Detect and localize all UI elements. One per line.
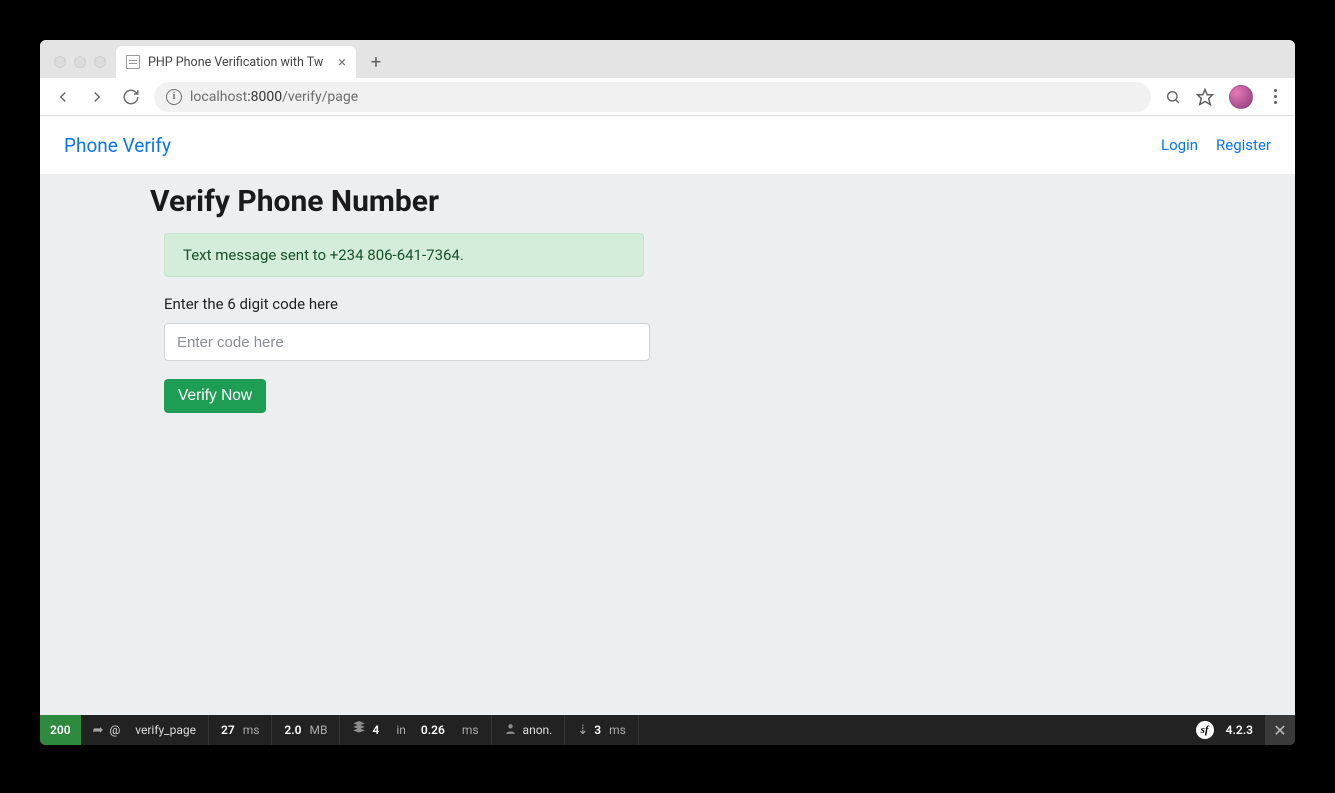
symfony-debug-bar[interactable]: 200 ➦ @ verify_page 27ms 2.0MB 4 in 0.26…: [40, 715, 1295, 745]
address-bar[interactable]: i localhost:8000/verify/page: [154, 82, 1151, 112]
route-icon: ➦: [93, 723, 104, 738]
http-status[interactable]: 200: [40, 715, 81, 745]
star-icon[interactable]: [1191, 83, 1219, 111]
new-tab-button[interactable]: +: [362, 48, 390, 76]
symfony-version[interactable]: sf 4.2.3: [1184, 715, 1265, 745]
back-button[interactable]: [48, 82, 78, 112]
page-title: Verify Phone Number: [150, 184, 1295, 219]
window-close-icon[interactable]: [54, 56, 66, 68]
traffic-lights: [48, 56, 116, 78]
tab-strip: PHP Phone Verification with Tw × +: [40, 40, 1295, 78]
main-content: Verify Phone Number Text message sent to…: [40, 174, 1295, 413]
verify-form: Enter the 6 digit code here Verify Now: [164, 295, 1295, 413]
window-minimize-icon[interactable]: [74, 56, 86, 68]
database-icon: [352, 721, 366, 739]
register-link[interactable]: Register: [1216, 136, 1271, 154]
browser-menu-icon[interactable]: [1263, 89, 1287, 104]
url-text: localhost:8000/verify/page: [190, 89, 1139, 105]
db-segment[interactable]: 4 in 0.26 ms: [340, 715, 491, 745]
info-icon[interactable]: i: [166, 89, 182, 105]
page-content: Phone Verify Login Register Verify Phone…: [40, 116, 1295, 745]
ajax-icon: ⇣: [577, 723, 588, 738]
browser-tab[interactable]: PHP Phone Verification with Tw ×: [116, 46, 356, 78]
ajax-segment[interactable]: ⇣ 3ms: [565, 715, 638, 745]
forward-button[interactable]: [82, 82, 112, 112]
time-segment[interactable]: 27ms: [209, 715, 272, 745]
code-input[interactable]: [164, 323, 650, 361]
close-tab-icon[interactable]: ×: [338, 55, 346, 70]
user-segment[interactable]: anon.: [492, 715, 566, 745]
window-zoom-icon[interactable]: [94, 56, 106, 68]
brand-link[interactable]: Phone Verify: [64, 134, 171, 157]
tab-title: PHP Phone Verification with Tw: [148, 55, 330, 70]
browser-toolbar: i localhost:8000/verify/page: [40, 78, 1295, 116]
site-navbar: Phone Verify Login Register: [40, 116, 1295, 174]
nav-links: Login Register: [1161, 136, 1271, 154]
close-debug-bar[interactable]: ✕: [1265, 715, 1295, 745]
login-link[interactable]: Login: [1161, 136, 1198, 154]
memory-segment[interactable]: 2.0MB: [272, 715, 340, 745]
route-segment[interactable]: ➦ @ verify_page: [81, 715, 209, 745]
success-alert: Text message sent to +234 806-641-7364.: [164, 233, 644, 277]
zoom-icon[interactable]: [1159, 83, 1187, 111]
reload-button[interactable]: [116, 82, 146, 112]
browser-window: PHP Phone Verification with Tw × + i loc…: [40, 40, 1295, 745]
profile-avatar[interactable]: [1229, 85, 1253, 109]
user-icon: [504, 722, 517, 739]
verify-button[interactable]: Verify Now: [164, 379, 266, 413]
symfony-icon: sf: [1196, 721, 1214, 739]
code-label: Enter the 6 digit code here: [164, 295, 1295, 313]
file-icon: [126, 55, 140, 69]
